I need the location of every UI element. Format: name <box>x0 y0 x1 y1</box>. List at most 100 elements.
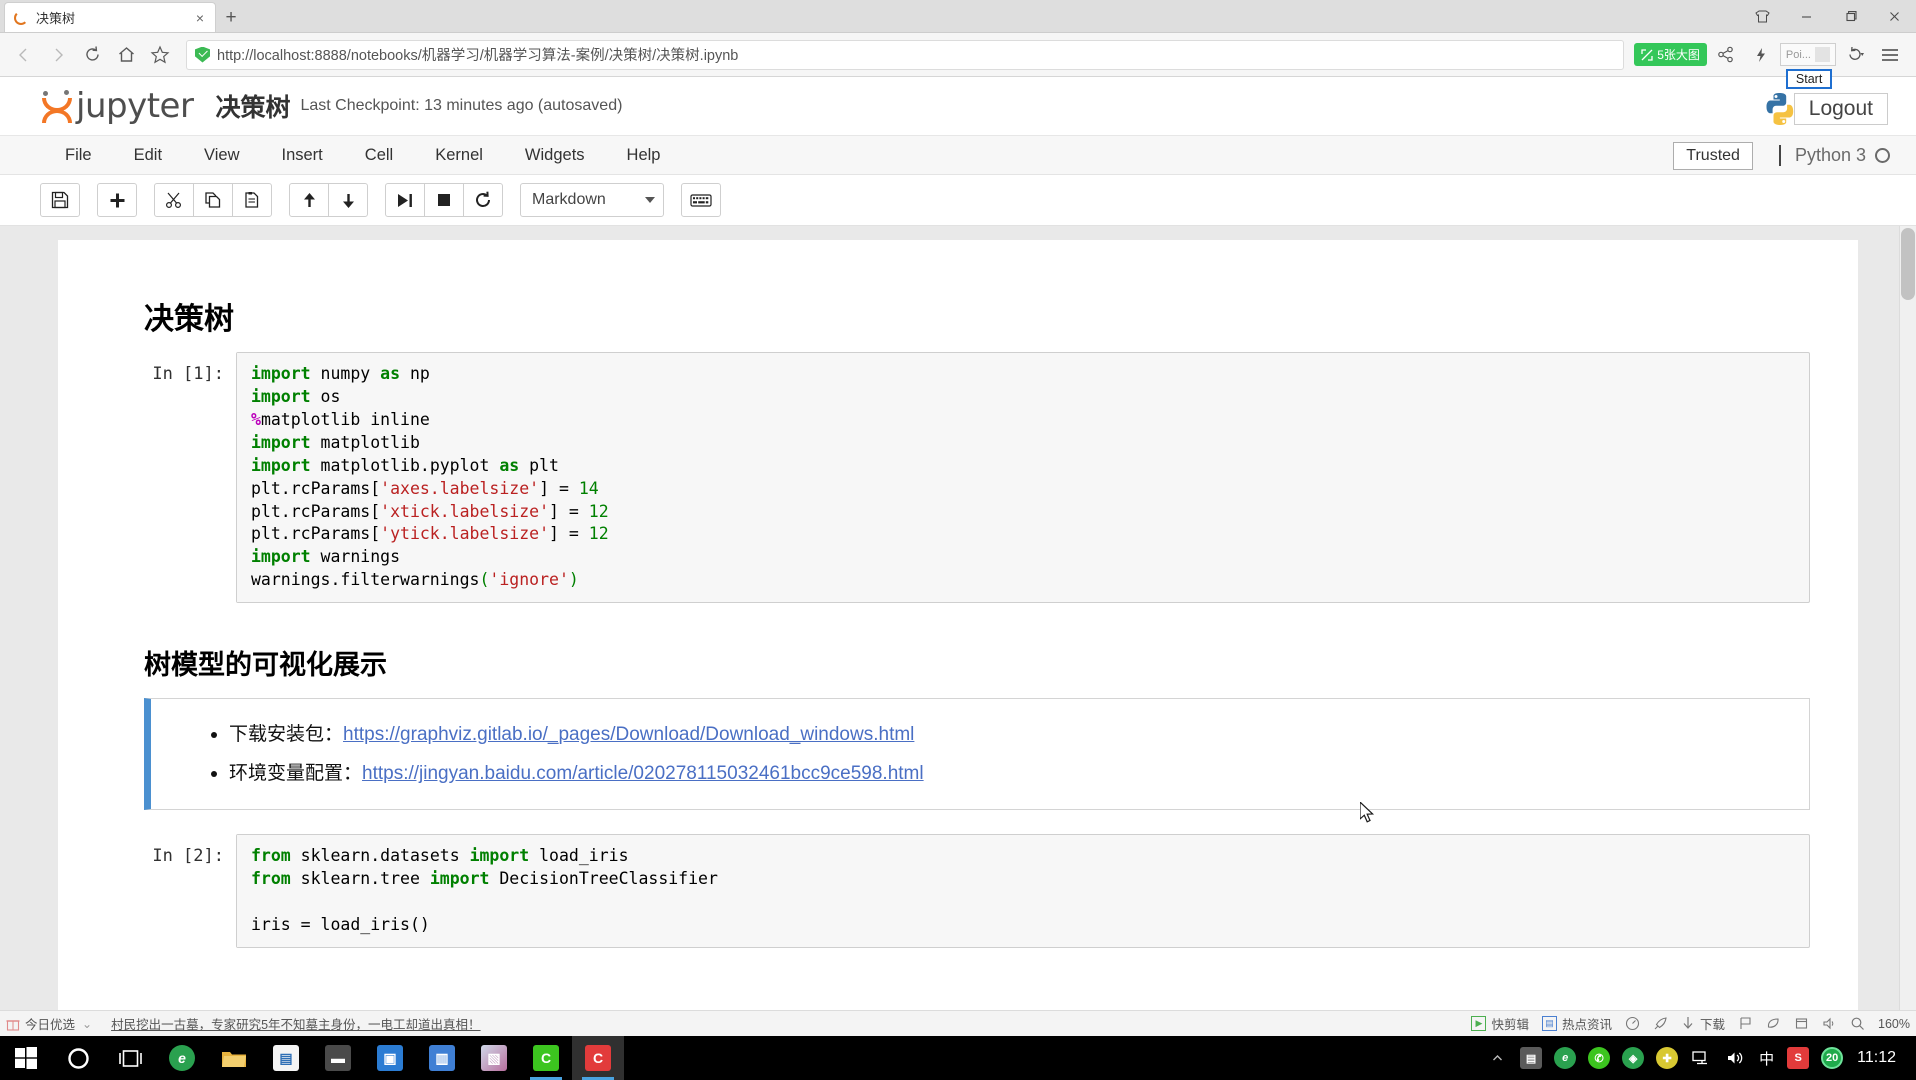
terminal-icon[interactable]: ▬ <box>312 1036 364 1080</box>
markdown-heading-2[interactable]: 树模型的可视化展示 <box>144 643 1810 682</box>
command-palette-button[interactable] <box>681 183 721 217</box>
cell-type-select[interactable]: Markdown <box>520 183 664 217</box>
pycharm-icon[interactable]: C <box>572 1036 624 1080</box>
restart-kernel-button[interactable] <box>463 183 503 217</box>
windows-start-icon[interactable] <box>0 1036 52 1080</box>
move-cell-down-button[interactable] <box>328 183 368 217</box>
link-label-2: 环境变量配置： <box>229 762 363 785</box>
menu-file[interactable]: File <box>44 138 113 173</box>
reload-icon[interactable] <box>76 39 108 71</box>
cortana-icon[interactable] <box>52 1036 104 1080</box>
run-cell-button[interactable] <box>385 183 425 217</box>
news-app-icon[interactable]: ▤ <box>260 1036 312 1080</box>
history-icon[interactable] <box>1839 39 1871 71</box>
lightning-icon[interactable] <box>1745 39 1777 71</box>
jupyter-logo[interactable]: jupyter <box>40 89 194 123</box>
link-label-1: 下载安装包： <box>229 723 344 746</box>
maximize-button[interactable] <box>1828 2 1872 32</box>
notebook-scroll-region[interactable]: 决策树 In [1]: import numpy as np import os… <box>0 226 1916 1036</box>
jupyter-logo-icon <box>40 89 74 123</box>
leaf-icon[interactable] <box>1766 1016 1781 1031</box>
office-icon[interactable]: ▣ <box>364 1036 416 1080</box>
close-icon[interactable]: × <box>193 10 207 26</box>
forward-icon[interactable] <box>42 39 74 71</box>
taskbar-clock[interactable]: 11:12 <box>1849 1049 1910 1067</box>
volume-icon[interactable] <box>1822 1016 1837 1031</box>
move-cell-up-button[interactable] <box>289 183 329 217</box>
menu-insert[interactable]: Insert <box>261 138 344 173</box>
notification-badge[interactable]: 20 <box>1815 1036 1849 1080</box>
poi-swatch <box>1815 47 1830 62</box>
code-input-area[interactable]: from sklearn.datasets import load_iris f… <box>236 834 1810 948</box>
hamburger-icon[interactable] <box>1874 39 1906 71</box>
paste-cell-button[interactable] <box>232 183 272 217</box>
scrollbar-thumb[interactable] <box>1901 228 1915 300</box>
minimize-button[interactable] <box>1784 2 1828 32</box>
save-button[interactable] <box>40 183 80 217</box>
close-window-button[interactable] <box>1872 2 1916 32</box>
quick-editor-button[interactable]: ▶ 快剪辑 <box>1471 1014 1529 1033</box>
browser-tray-icon[interactable]: e <box>1548 1036 1582 1080</box>
skin-icon[interactable] <box>1740 2 1784 32</box>
menu-widgets[interactable]: Widgets <box>504 138 606 173</box>
monitor-app-icon[interactable]: ▥ <box>416 1036 468 1080</box>
network-icon[interactable] <box>1684 1036 1718 1080</box>
file-explorer-icon[interactable] <box>208 1036 260 1080</box>
news-headline[interactable]: 村民挖出一古墓，专家研究5年不知墓主身份，一电工却道出真相！ <box>111 1014 480 1033</box>
stop-kernel-button[interactable] <box>424 183 464 217</box>
trusted-badge[interactable]: Trusted <box>1673 141 1753 170</box>
rocket-icon[interactable] <box>1653 1016 1668 1031</box>
menu-edit[interactable]: Edit <box>113 138 183 173</box>
bookmark-star-icon[interactable] <box>144 39 176 71</box>
speedometer-icon[interactable] <box>1625 1016 1640 1031</box>
paint-icon[interactable]: ▧ <box>468 1036 520 1080</box>
address-bar[interactable]: http://localhost:8888/notebooks/机器学习/机器学… <box>186 39 1625 70</box>
show-hidden-icons-button[interactable] <box>1480 1036 1514 1080</box>
home-icon[interactable] <box>110 39 142 71</box>
copy-cell-button[interactable] <box>193 183 233 217</box>
menu-kernel[interactable]: Kernel <box>414 138 504 173</box>
task-view-icon[interactable] <box>104 1036 156 1080</box>
new-tab-button[interactable]: + <box>216 4 246 32</box>
menu-help[interactable]: Help <box>606 138 682 173</box>
poi-dropdown[interactable]: Poi... <box>1779 43 1836 66</box>
flag-icon[interactable] <box>1738 1016 1753 1031</box>
sogou-ime-icon[interactable]: S <box>1781 1036 1815 1080</box>
code-cell-2[interactable]: In [2]: from sklearn.datasets import loa… <box>144 834 1810 948</box>
jupyter-header: jupyter 决策树 Last Checkpoint: 13 minutes … <box>0 77 1916 136</box>
share-icon[interactable] <box>1710 39 1742 71</box>
hot-news-button[interactable]: ▤ 热点资讯 <box>1541 1014 1612 1033</box>
ime-indicator[interactable]: 中 <box>1752 1048 1781 1069</box>
expand-chevron-icon[interactable]: ⌄ <box>82 1017 92 1031</box>
window-icon[interactable] <box>1794 1016 1809 1031</box>
markdown-links-cell[interactable]: 下载安装包：https://graphviz.gitlab.io/_pages/… <box>144 698 1810 811</box>
volume-tray-icon[interactable] <box>1718 1036 1752 1080</box>
kernel-indicator[interactable]: Python 3 <box>1778 145 1890 166</box>
env-variable-link[interactable]: https://jingyan.baidu.com/article/020278… <box>362 763 924 784</box>
search-icon[interactable] <box>1850 1016 1865 1031</box>
zoom-level[interactable]: 160% <box>1878 1017 1910 1031</box>
capture-badge-button[interactable]: 5张大图 <box>1634 43 1707 66</box>
wechat-tray-icon[interactable]: ✆ <box>1582 1036 1616 1080</box>
today-picks-button[interactable]: 今日优选 <box>6 1014 75 1033</box>
security-shield-icon[interactable]: ◈ <box>1616 1036 1650 1080</box>
code-cell-1[interactable]: In [1]: import numpy as np import os %ma… <box>144 352 1810 604</box>
code-input-area[interactable]: import numpy as np import os %matplotlib… <box>236 352 1810 604</box>
markdown-heading-1[interactable]: 决策树 <box>144 294 1810 338</box>
edge-icon[interactable]: e <box>156 1036 208 1080</box>
notebook-name[interactable]: 决策树 <box>215 88 290 124</box>
browser-tab[interactable]: 决策树 × <box>4 2 216 32</box>
download-package-link[interactable]: https://graphviz.gitlab.io/_pages/Downlo… <box>343 724 914 745</box>
back-icon[interactable] <box>8 39 40 71</box>
download-button[interactable]: 下载 <box>1681 1014 1725 1033</box>
cut-cell-button[interactable] <box>154 183 194 217</box>
logout-button[interactable]: Logout <box>1793 93 1888 125</box>
update-icon[interactable]: ✚ <box>1650 1036 1684 1080</box>
nvidia-icon[interactable]: ▤ <box>1514 1036 1548 1080</box>
insert-cell-button[interactable] <box>97 183 137 217</box>
vertical-scrollbar[interactable] <box>1899 226 1916 1036</box>
menu-cell[interactable]: Cell <box>344 138 414 173</box>
hot-news-label: 热点资讯 <box>1561 1018 1612 1032</box>
wechat-icon[interactable]: C <box>520 1036 572 1080</box>
menu-view[interactable]: View <box>183 138 260 173</box>
